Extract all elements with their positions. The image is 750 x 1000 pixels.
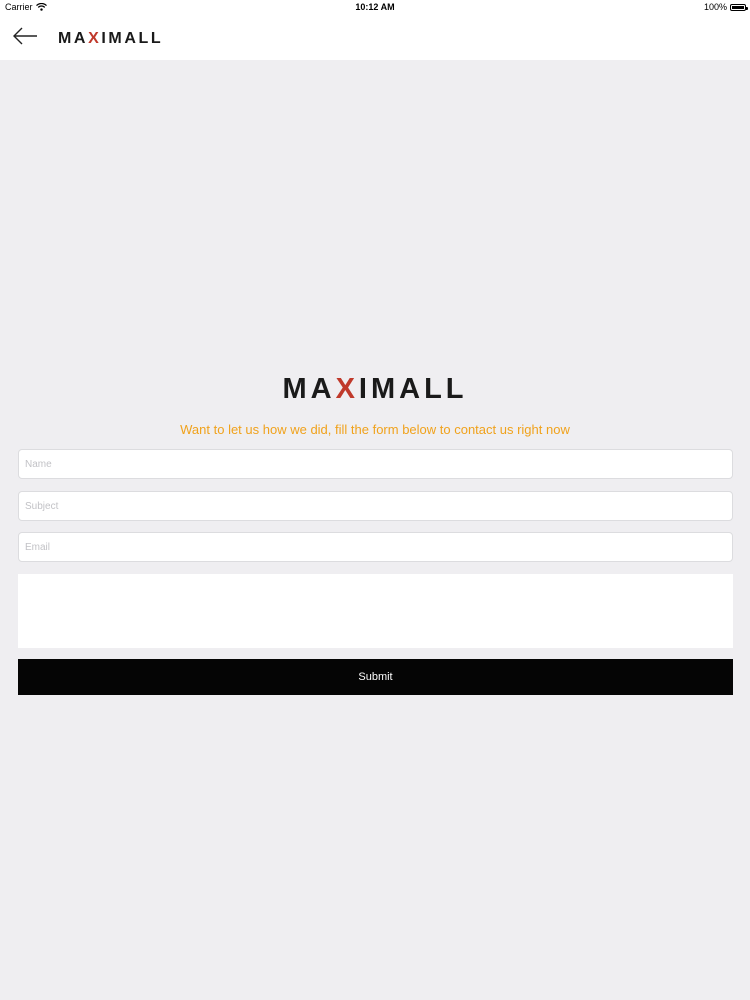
nav-logo-prefix: MA <box>58 30 89 47</box>
nav-logo: MAXIMALL <box>58 30 163 48</box>
contact-content: MAXIMALL Want to let us how we did, fill… <box>0 60 750 1000</box>
status-right: 100% <box>703 2 748 12</box>
status-bar: Carrier 10:12 AM 100% <box>0 0 750 14</box>
main-logo-prefix: MA <box>282 373 336 405</box>
back-button[interactable] <box>10 24 40 50</box>
main-logo: MAXIMALL <box>0 373 750 406</box>
email-input[interactable] <box>18 532 733 562</box>
main-logo-accent: X <box>335 373 359 405</box>
status-time: 10:12 AM <box>355 2 395 12</box>
battery-percent: 100% <box>703 2 727 12</box>
nav-bar: MAXIMALL <box>0 14 750 60</box>
battery-icon <box>730 3 748 11</box>
nav-logo-suffix: IMALL <box>101 30 164 47</box>
submit-button[interactable]: Submit <box>18 659 733 695</box>
name-input[interactable] <box>18 449 733 479</box>
tagline: Want to let us how we did, fill the form… <box>180 422 570 437</box>
main-logo-suffix: IMALL <box>358 373 468 405</box>
nav-logo-accent: X <box>88 30 102 47</box>
arrow-left-icon <box>13 27 37 44</box>
subject-input[interactable] <box>18 491 733 521</box>
message-textarea[interactable] <box>18 574 733 648</box>
